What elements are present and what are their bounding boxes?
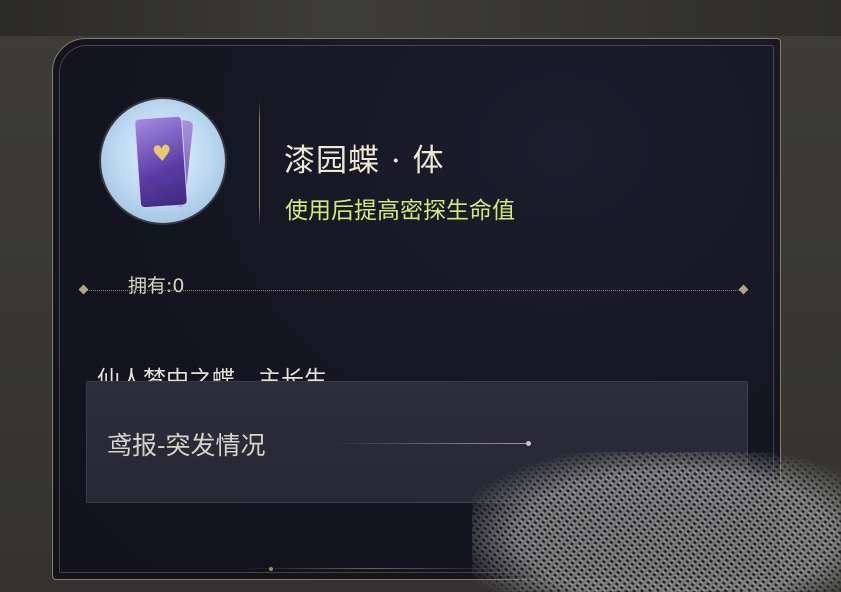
divider-left-diamond-icon — [78, 284, 89, 295]
heart-icon: ♥ — [151, 141, 173, 168]
owned-count: 拥有:0 — [128, 275, 185, 297]
item-icon-frame: ♥ — [101, 99, 225, 223]
background-band — [0, 0, 841, 36]
panel-bottom-ornament — [243, 568, 503, 569]
panel-bottom-dot-icon — [269, 567, 273, 571]
item-title: 漆园蝶 · 体 — [284, 143, 445, 179]
divider-right-diamond-icon — [738, 284, 749, 295]
source-line-decoration — [329, 443, 529, 444]
source-label: 鸢报-突发情况 — [107, 431, 266, 460]
source-line-dot-icon — [526, 441, 531, 446]
vertical-divider — [259, 101, 260, 225]
obscured-watermark-region — [472, 452, 841, 592]
section-divider — [83, 290, 744, 291]
item-effect: 使用后提高密探生命值 — [285, 198, 515, 224]
